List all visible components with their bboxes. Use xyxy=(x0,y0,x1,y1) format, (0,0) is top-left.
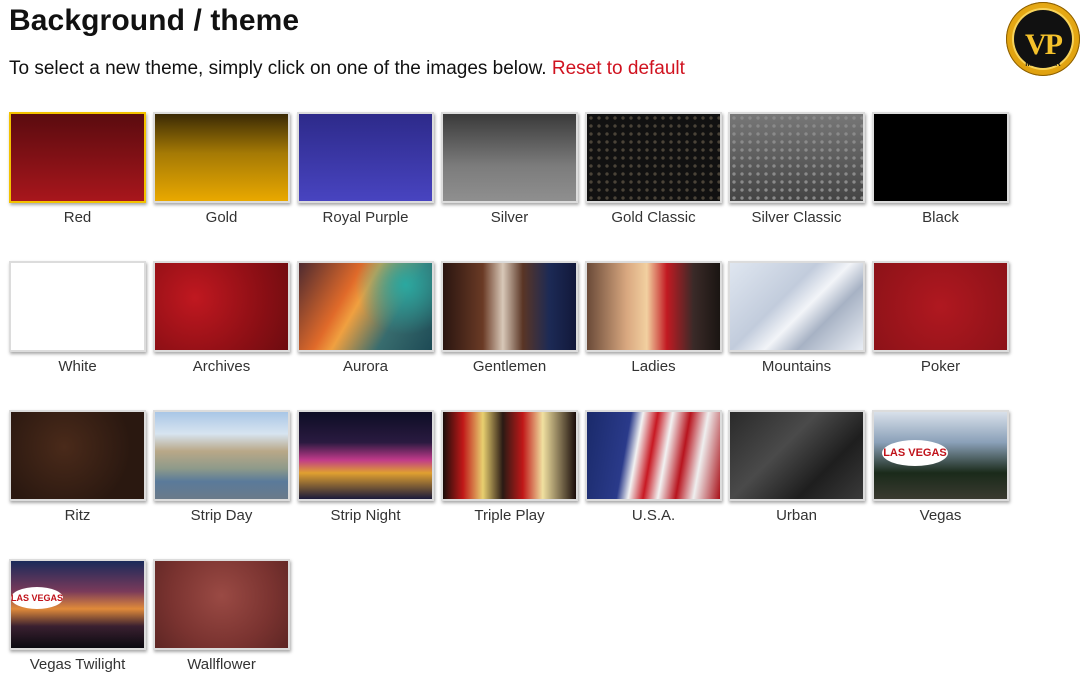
theme-label: Wallflower xyxy=(187,656,256,673)
theme-thumbnail[interactable] xyxy=(9,410,146,501)
theme-label: Silver Classic xyxy=(751,209,842,226)
vegas-sign-text: LAS VEGAS xyxy=(11,587,63,609)
theme-label: Silver xyxy=(490,209,529,226)
theme-label: Strip Day xyxy=(190,507,253,524)
theme-label: Gold xyxy=(205,209,238,226)
theme-label: Gold Classic xyxy=(611,209,696,226)
theme-label: Aurora xyxy=(342,358,389,375)
theme-thumbnail[interactable] xyxy=(441,261,578,352)
theme-wallflower[interactable]: Wallflower xyxy=(153,559,290,685)
theme-silver-classic[interactable]: Silver Classic xyxy=(728,112,865,238)
theme-royal-purple[interactable]: Royal Purple xyxy=(297,112,434,238)
instruction-label: To select a new theme, simply click on o… xyxy=(9,58,547,79)
theme-thumbnail[interactable] xyxy=(728,112,865,203)
theme-urban[interactable]: Urban xyxy=(728,410,865,536)
theme-label: Vegas xyxy=(919,507,962,524)
theme-gold[interactable]: Gold xyxy=(153,112,290,238)
theme-thumbnail[interactable] xyxy=(9,112,146,203)
theme-thumbnail[interactable] xyxy=(728,261,865,352)
theme-label: U.S.A. xyxy=(631,507,676,524)
theme-thumbnail[interactable] xyxy=(872,261,1009,352)
theme-ladies[interactable]: Ladies xyxy=(585,261,722,387)
theme-triple-play[interactable]: Triple Play xyxy=(441,410,578,536)
theme-thumbnail[interactable] xyxy=(585,261,722,352)
theme-thumbnail[interactable] xyxy=(297,410,434,501)
reset-to-default-link[interactable]: Reset to default xyxy=(552,58,685,79)
badge-vp-text: VP xyxy=(1025,28,1063,61)
theme-vegas-twilight[interactable]: LAS VEGAS Vegas Twilight xyxy=(9,559,146,685)
vp-gold-member-badge: GOLD VP MEMBER xyxy=(1006,2,1080,76)
theme-thumbnail[interactable] xyxy=(441,112,578,203)
instruction-text: To select a new theme, simply click on o… xyxy=(9,58,685,80)
theme-label: Ritz xyxy=(64,507,91,524)
theme-thumbnail[interactable] xyxy=(153,559,290,650)
theme-label: Vegas Twilight xyxy=(29,656,126,673)
theme-thumbnail[interactable]: LAS VEGAS xyxy=(872,410,1009,501)
theme-label: Red xyxy=(63,209,92,226)
theme-archives[interactable]: Archives xyxy=(153,261,290,387)
theme-label: Poker xyxy=(920,358,961,375)
page-title: Background / theme xyxy=(9,4,300,37)
theme-label: Mountains xyxy=(761,358,832,375)
theme-aurora[interactable]: Aurora xyxy=(297,261,434,387)
theme-thumbnail[interactable] xyxy=(585,410,722,501)
theme-label: Royal Purple xyxy=(322,209,409,226)
theme-gentlemen[interactable]: Gentlemen xyxy=(441,261,578,387)
theme-black[interactable]: Black xyxy=(872,112,1009,238)
theme-silver[interactable]: Silver xyxy=(441,112,578,238)
theme-grid: Red Gold Royal Purple Silver Gold Classi… xyxy=(9,112,1009,682)
theme-mountains[interactable]: Mountains xyxy=(728,261,865,387)
vegas-sign-text: LAS VEGAS xyxy=(882,440,948,466)
theme-thumbnail[interactable] xyxy=(9,261,146,352)
theme-label: Strip Night xyxy=(330,507,401,524)
theme-label: Urban xyxy=(776,507,817,524)
theme-label: Archives xyxy=(192,358,251,375)
theme-strip-day[interactable]: Strip Day xyxy=(153,410,290,536)
theme-vegas[interactable]: LAS VEGAS Vegas xyxy=(872,410,1009,536)
theme-label: White xyxy=(58,358,97,375)
theme-poker[interactable]: Poker xyxy=(872,261,1009,387)
theme-ritz[interactable]: Ritz xyxy=(9,410,146,536)
theme-thumbnail[interactable] xyxy=(153,112,290,203)
theme-thumbnail[interactable] xyxy=(872,112,1009,203)
theme-label: Ladies xyxy=(631,358,676,375)
theme-thumbnail[interactable] xyxy=(297,112,434,203)
theme-thumbnail[interactable]: LAS VEGAS xyxy=(9,559,146,650)
theme-thumbnail[interactable] xyxy=(153,261,290,352)
theme-gold-classic[interactable]: Gold Classic xyxy=(585,112,722,238)
theme-white[interactable]: White xyxy=(9,261,146,387)
theme-red[interactable]: Red xyxy=(9,112,146,238)
theme-label: Gentlemen xyxy=(472,358,547,375)
theme-strip-night[interactable]: Strip Night xyxy=(297,410,434,536)
theme-label: Black xyxy=(922,209,959,226)
theme-thumbnail[interactable] xyxy=(153,410,290,501)
theme-thumbnail[interactable] xyxy=(441,410,578,501)
badge-bottom-text: MEMBER xyxy=(1025,59,1061,68)
theme-thumbnail[interactable] xyxy=(585,112,722,203)
theme-usa[interactable]: U.S.A. xyxy=(585,410,722,536)
theme-thumbnail[interactable] xyxy=(728,410,865,501)
theme-label: Triple Play xyxy=(474,507,545,524)
theme-thumbnail[interactable] xyxy=(297,261,434,352)
